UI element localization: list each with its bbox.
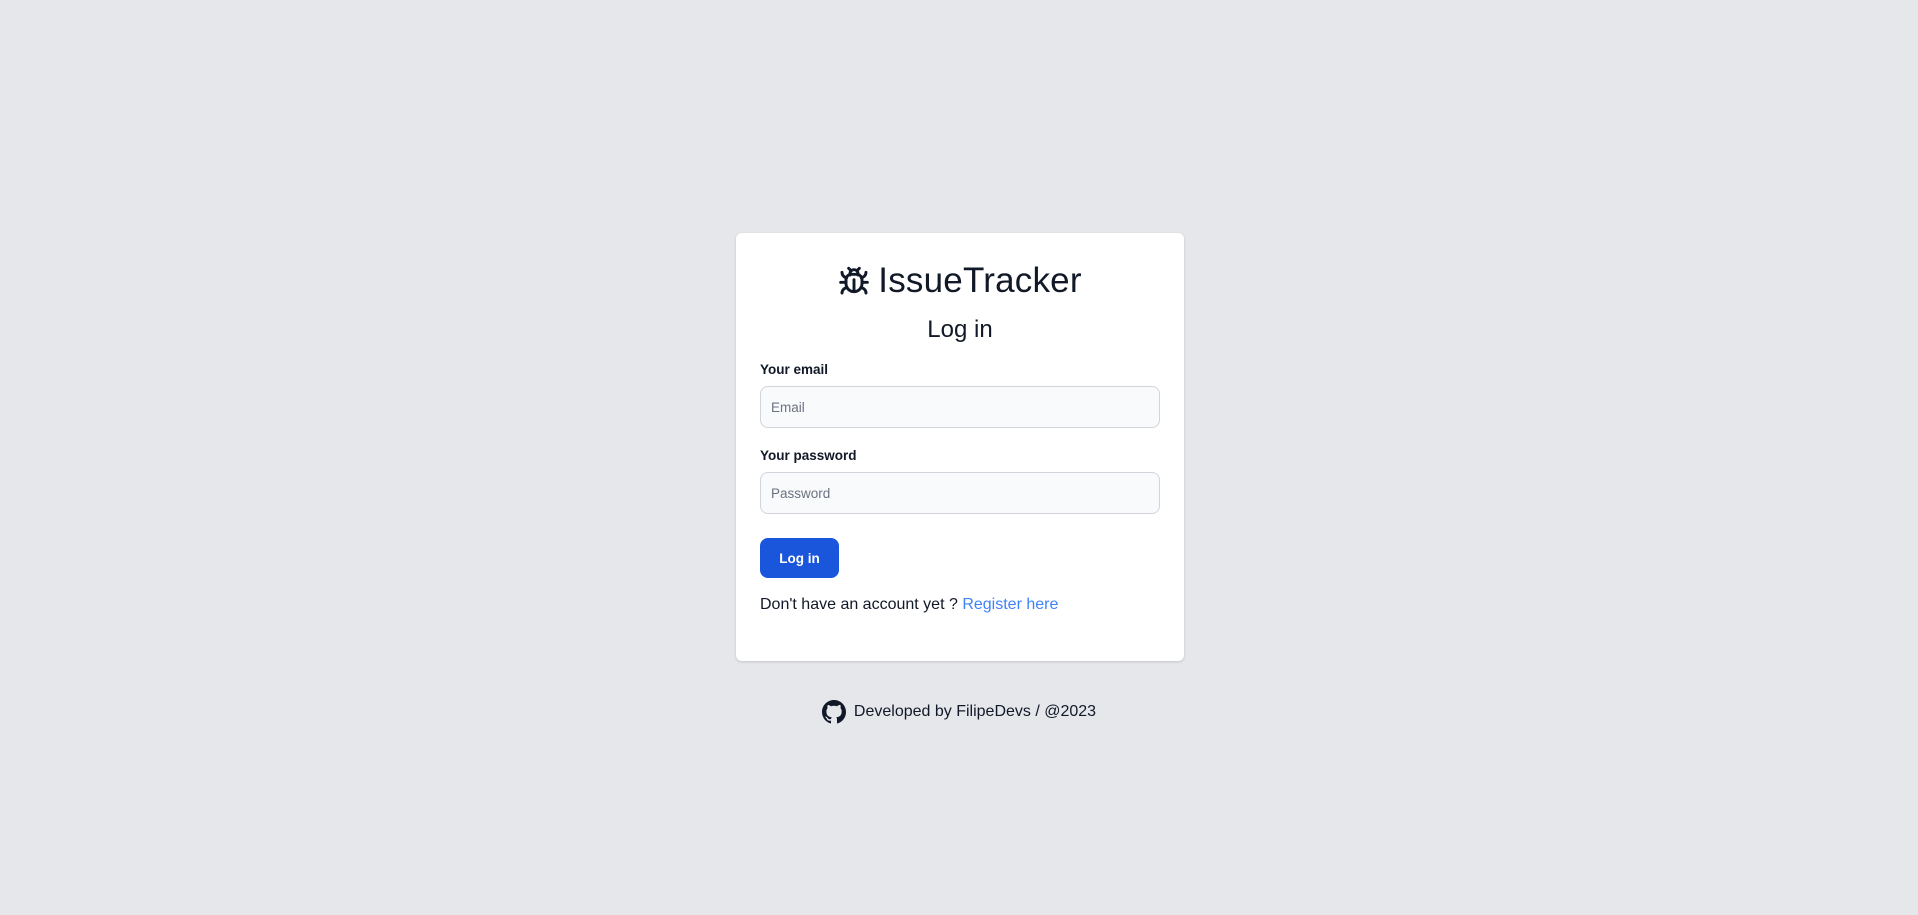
login-card: IssueTracker Log in Your email Your pass… [736,233,1184,661]
password-group: Your password [760,448,1160,514]
password-label: Your password [760,448,857,463]
register-link[interactable]: Register here [962,596,1058,613]
page-title: Log in [927,316,993,343]
footer: Developed by FilipeDevs / @2023 [0,700,1918,724]
register-prompt: Don't have an account yet ? Register her… [760,596,1160,614]
brand: IssueTracker [760,261,1160,301]
email-field[interactable] [760,386,1160,428]
bug-icon [838,264,870,298]
password-field[interactable] [760,472,1160,514]
github-icon[interactable] [821,700,846,724]
footer-text: Developed by FilipeDevs / @2023 [853,703,1097,720]
email-label: Your email [760,362,829,377]
register-prompt-text: Don't have an account yet ? [760,596,958,613]
email-group: Your email [760,362,1160,428]
login-button[interactable]: Log in [760,538,839,578]
app-name: IssueTracker [878,261,1082,300]
